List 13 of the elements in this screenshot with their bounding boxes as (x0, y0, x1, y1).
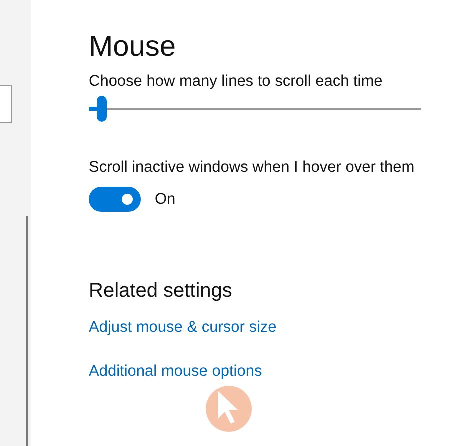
settings-link[interactable]: Adjust mouse & cursor size (89, 319, 277, 337)
toggle-state: On (155, 190, 176, 208)
sidebar-field[interactable] (0, 85, 12, 123)
toggle-switch[interactable] (89, 187, 141, 212)
scrollbar[interactable] (26, 216, 28, 446)
scroll-lines-slider[interactable] (89, 95, 421, 123)
settings-link[interactable]: Additional mouse options (89, 363, 262, 381)
page-title: Mouse (89, 30, 176, 64)
cursor-icon (205, 385, 253, 433)
slider-thumb[interactable] (97, 96, 108, 122)
section-title: Related settings (89, 280, 232, 303)
slider-label: Choose how many lines to scroll each time (89, 73, 383, 91)
toggle-label: Scroll inactive windows when I hover over them (89, 159, 415, 177)
